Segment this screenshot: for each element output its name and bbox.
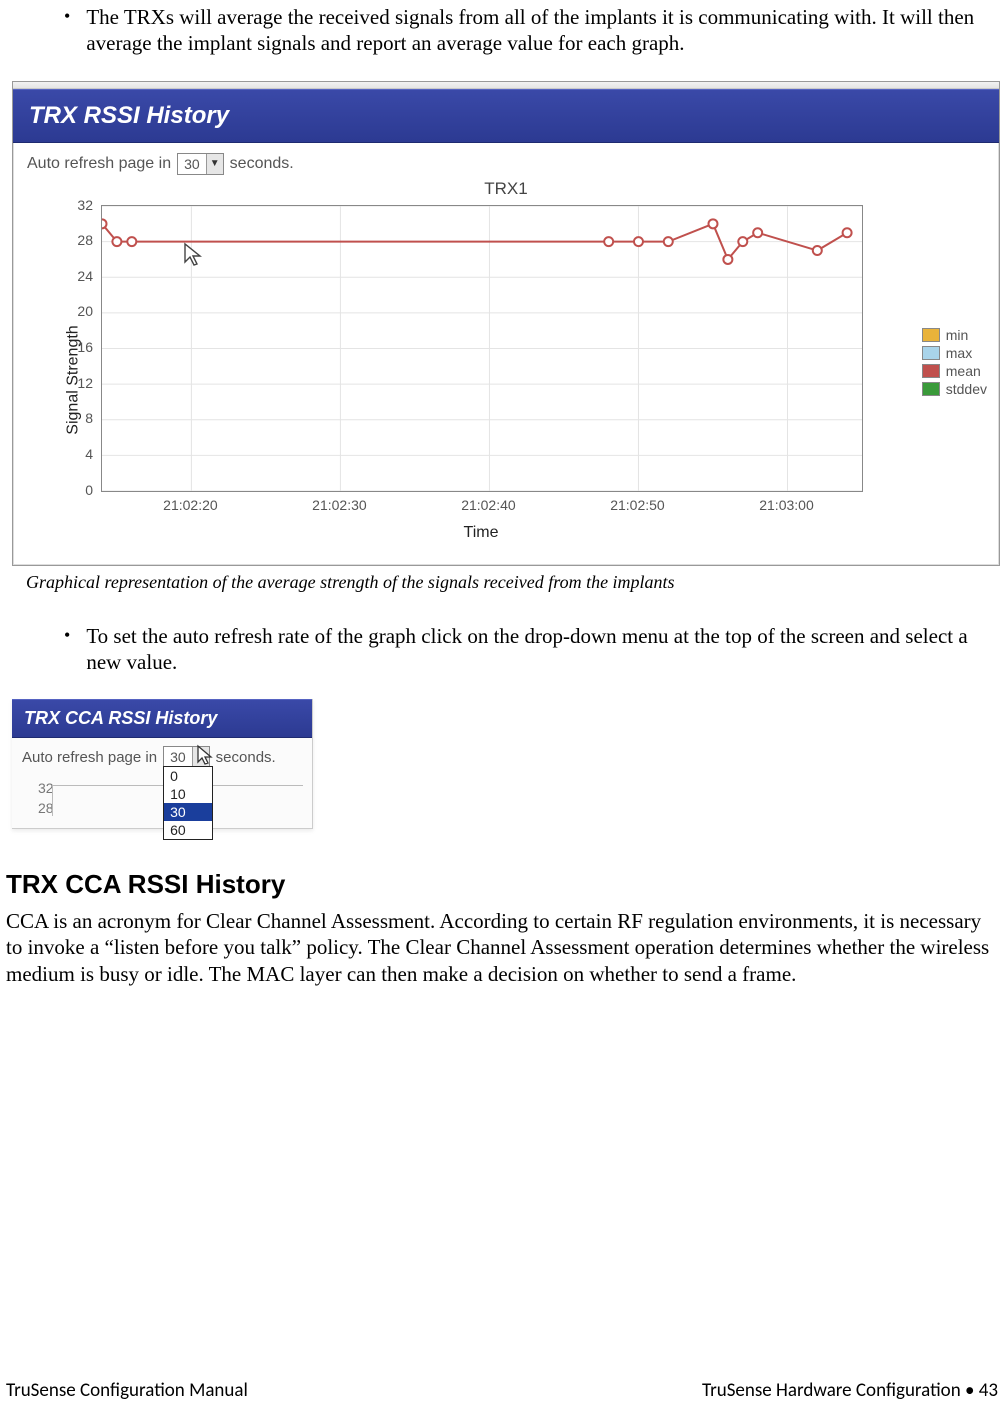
x-tick-label: 21:03:00 — [759, 497, 814, 513]
y-tick-label: 28 — [77, 232, 93, 248]
refresh-label-suffix: seconds. — [230, 155, 294, 173]
chart-xlabel: Time — [101, 520, 861, 542]
dropdown-option[interactable]: 10 — [164, 785, 212, 803]
legend-label: max — [946, 345, 972, 361]
page-footer: TruSense Configuration Manual TruSense H… — [6, 1379, 998, 1402]
x-tick-label: 21:02:30 — [312, 497, 367, 513]
legend-swatch — [922, 382, 940, 396]
chart-trx1: TRX1 Signal Strength 048121620242832 21:… — [23, 175, 989, 555]
bullet-item: • To set the auto refresh rate of the gr… — [64, 623, 998, 676]
chart-svg — [102, 206, 862, 491]
x-tick-label: 21:02:40 — [461, 497, 516, 513]
legend-swatch — [922, 364, 940, 378]
dropdown-option[interactable]: 30 — [164, 803, 212, 821]
refresh-interval-dropdown[interactable]: 30 ▼ — [163, 746, 210, 768]
legend-swatch — [922, 328, 940, 342]
chart-y-ticks: 048121620242832 — [67, 205, 97, 490]
section-heading: TRX CCA RSSI History — [6, 869, 998, 900]
y-tick-label: 0 — [85, 482, 93, 498]
chart-title: TRX1 — [23, 175, 989, 205]
refresh-interval-dropdown[interactable]: 30 ▼ — [177, 153, 224, 175]
panel-title: TRX RSSI History — [13, 89, 999, 143]
y-tick-label: 16 — [77, 339, 93, 355]
legend-item: max — [922, 345, 987, 361]
y-tick-label: 20 — [77, 303, 93, 319]
bullet-text: To set the auto refresh rate of the grap… — [86, 623, 998, 676]
legend-swatch — [922, 346, 940, 360]
legend-item: mean — [922, 363, 987, 379]
y-tick-label: 8 — [85, 410, 93, 426]
dropdown-value: 30 — [178, 156, 206, 172]
refresh-label-prefix: Auto refresh page in — [27, 155, 171, 173]
dropdown-options[interactable]: 0103060 — [163, 766, 213, 840]
bullet-marker: • — [64, 623, 70, 648]
dropdown-option[interactable]: 60 — [164, 821, 212, 839]
y-tick-label: 4 — [85, 446, 93, 462]
figure-refresh-dropdown: TRX CCA RSSI History Auto refresh page i… — [12, 699, 313, 829]
legend-item: stddev — [922, 381, 987, 397]
x-tick-label: 21:02:50 — [610, 497, 665, 513]
y-tick-label: 28 — [26, 796, 54, 822]
bullet-text: The TRXs will average the received signa… — [86, 4, 998, 57]
bullet-marker: • — [64, 4, 70, 29]
y-tick-label: 32 — [77, 197, 93, 213]
y-tick-label: 24 — [77, 268, 93, 284]
section-body: CCA is an acronym for Clear Channel Asse… — [6, 908, 998, 987]
refresh-label-prefix: Auto refresh page in — [22, 749, 157, 766]
chart-plot-area[interactable] — [101, 205, 863, 492]
refresh-label-suffix: seconds. — [216, 749, 276, 766]
panel-title: TRX CCA RSSI History — [12, 699, 312, 738]
chart-legend: min max mean stddev — [922, 325, 987, 399]
footer-left: TruSense Configuration Manual — [6, 1379, 248, 1402]
legend-label: mean — [946, 363, 981, 379]
bullet-item: • The TRXs will average the received sig… — [64, 4, 998, 57]
y-tick-label: 12 — [77, 375, 93, 391]
footer-right: TruSense Hardware Configuration • 43 — [702, 1379, 998, 1402]
legend-item: min — [922, 327, 987, 343]
legend-label: min — [946, 327, 969, 343]
dropdown-value: 30 — [164, 749, 192, 765]
dropdown-option[interactable]: 0 — [164, 767, 212, 785]
x-tick-label: 21:02:20 — [163, 497, 218, 513]
figure-trx-rssi-history: TRX RSSI History Auto refresh page in 30… — [12, 81, 1000, 566]
chevron-down-icon: ▼ — [192, 747, 209, 767]
legend-label: stddev — [946, 381, 987, 397]
figure-caption: Graphical representation of the average … — [26, 572, 978, 593]
chevron-down-icon: ▼ — [206, 154, 223, 174]
